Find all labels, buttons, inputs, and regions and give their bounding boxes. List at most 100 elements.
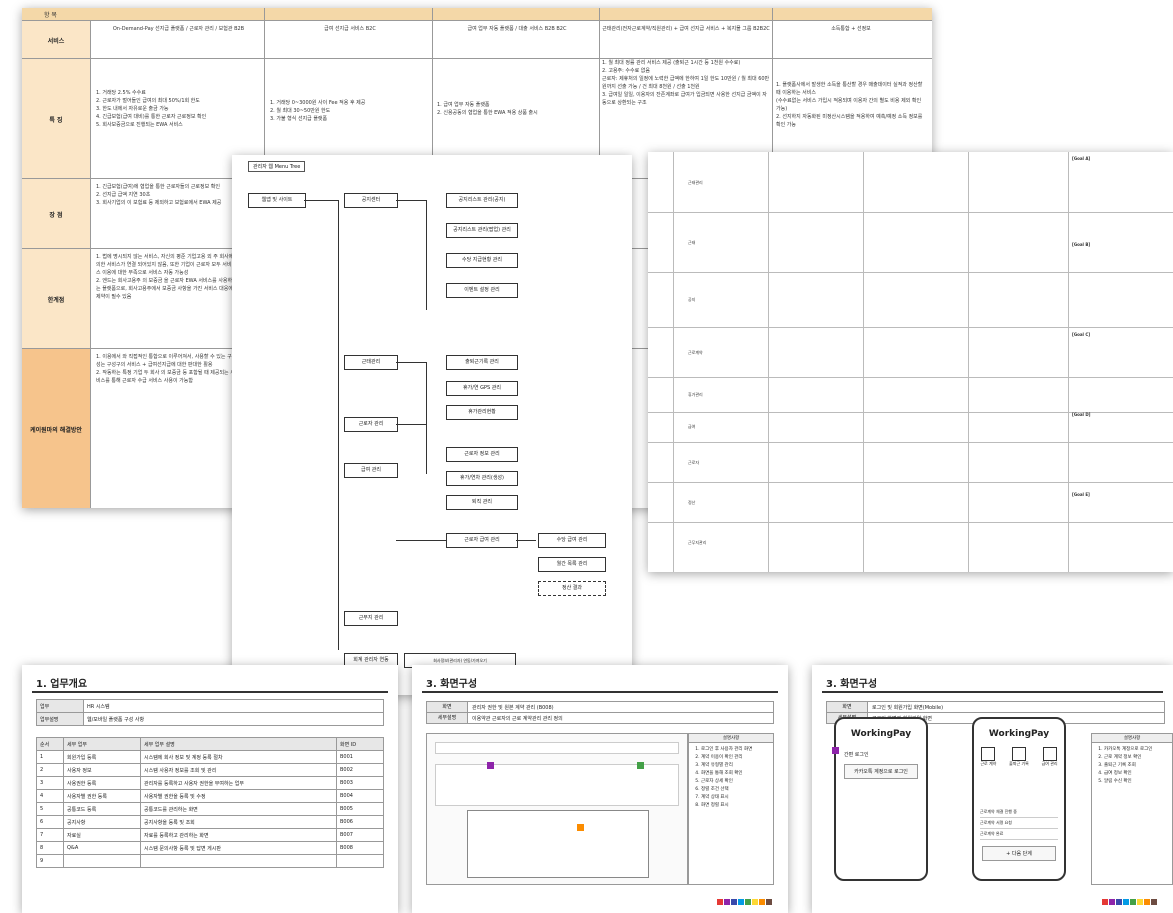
- col-title: 급여 업무 자동 플랫폼 / 대출 서비스 B2B B2C: [467, 26, 567, 32]
- table-header-row: 항 목: [22, 8, 932, 20]
- tree-node-l1: 공지센터: [344, 193, 398, 208]
- next-button[interactable]: + 다음 단계: [982, 846, 1056, 861]
- slide-screen-layout-mobile: 3. 화면구성 화면로그인 및 회원가입 화면(Mobile) 세부설명로그인 …: [812, 665, 1173, 913]
- menu-attendance[interactable]: 출퇴근 기록: [1009, 747, 1029, 767]
- detail-row-label: 근로자: [688, 460, 700, 465]
- column-header: 세부 업무 설명: [140, 737, 337, 751]
- cell: 1. 급여 업무 자동 플랫폼 2. 신용공동의 협업을 통한 EWA 적용 상…: [437, 102, 538, 116]
- table-row: 1 회원가입 등록 시스템에 회사 정보 및 계정 등록 절차 B001: [36, 750, 384, 764]
- table-row: 6 공지사항 공지사항을 등록 및 조회 B006: [36, 815, 384, 829]
- tree-node-l3: 정산 결과: [538, 581, 606, 596]
- tree-node-l1: 근태관리: [344, 355, 398, 370]
- color-legend: [717, 899, 772, 905]
- tree-node-l1: 근무지 관리: [344, 611, 398, 626]
- cell: 1. 긴급보험(급여)에 협업을 통한 근로자들의 근로정보 확인 2. 선지급…: [96, 184, 222, 206]
- info-key: 업무: [36, 699, 84, 713]
- col-title: On-Demand-Pay 선지급 플랫폼 / 근로자 관리 / 보험관 B2B: [112, 26, 245, 32]
- tree-node-l1: 근로자 관리: [344, 417, 398, 432]
- contract-list: 근로계약 체결 진행 중 근로계약 서명 요청 근로계약 완료: [980, 807, 1058, 840]
- description-panel: 설명사항 로그인 후 사용자 관리 화면 계약 이용이 확인 관리 계약 유형별…: [688, 733, 774, 885]
- info-key: 화면: [827, 702, 868, 712]
- cell: 1. 법에 명시되지 않는 서비스, 자신의 평준 기업고용 외 주 회사에 의…: [96, 254, 234, 300]
- info-value: HR 시스템: [83, 699, 384, 713]
- description-item: 근로 계약 정보 확인: [1104, 754, 1172, 762]
- description-item: 계약 상태 표시: [701, 794, 773, 802]
- contract-item[interactable]: 근로계약 체결 진행 중: [980, 807, 1058, 818]
- slide-title: 1. 업무개요: [36, 679, 88, 690]
- info-key: 화면: [427, 702, 468, 712]
- contract-item[interactable]: 근로계약 서명 요청: [980, 818, 1058, 829]
- description-item: 정렬 조건 선택: [701, 786, 773, 794]
- row-label-solution: 케이원마의 해결방안: [22, 349, 91, 508]
- menu-salary[interactable]: 급여 관리: [1042, 747, 1058, 767]
- info-value: 로그인 및 회원가입 화면(Mobile): [872, 704, 944, 711]
- description-item: 화면 정렬 표시: [701, 802, 773, 810]
- tree-node-root: 웹앱 및 사이트: [248, 193, 306, 208]
- header-col-item: 항 목: [44, 12, 57, 19]
- cell: 1. 플랫폼사에서 발생한 소득을 통산할 경우 매출데이터 실적과 정산할 때…: [776, 82, 923, 128]
- info-value: 이용약관 근로자의 근로 계약관리 관리 정의: [472, 715, 563, 722]
- tree-node-l2: 휴가/연차 관리(생성): [446, 471, 518, 486]
- detail-row-label: 공지: [688, 297, 696, 302]
- goal-note: [Goal B]: [1072, 242, 1091, 247]
- row-label-service: 서비스: [22, 21, 91, 59]
- table-row: 8 Q&A 시스템 문의사항 등록 및 답변 게시판 B008: [36, 841, 384, 855]
- color-legend: [1102, 899, 1157, 905]
- kakao-login-button[interactable]: 카카오톡 계정으로 로그인: [844, 764, 918, 779]
- description-title: 설명사항: [1092, 734, 1172, 743]
- column-header: 화면 ID: [336, 737, 384, 751]
- table-row: 9: [36, 854, 384, 868]
- table-row: 5 공통코드 등록 공통코드를 관리하는 화면 B005: [36, 802, 384, 816]
- description-panel: 설명사항 카카오톡 계정으로 로그인 근로 계약 정보 확인 출퇴근 기록 조회…: [1091, 733, 1173, 885]
- table-row: 3 사용권한 등록 관리자를 등록하고 사용자 권한을 부여하는 업무 B003: [36, 776, 384, 790]
- goal-note: [Goal C]: [1072, 332, 1091, 337]
- detail-row-label: 근로계약: [688, 350, 703, 355]
- description-item: 카카오톡 계정으로 로그인: [1104, 746, 1172, 754]
- description-title: 설명사항: [689, 734, 773, 743]
- column-header: 순서: [36, 737, 64, 751]
- contract-item[interactable]: 근로계약 완료: [980, 829, 1058, 840]
- description-item: 급여 정보 확인: [1104, 770, 1172, 778]
- tree-node-l2: 공지리스트 관리(공지): [446, 193, 518, 208]
- info-value: 관리자 권한 및 원본 계약 관리 (B008): [472, 704, 554, 711]
- description-item: 출퇴근 기록 조회: [1104, 762, 1172, 770]
- description-item: 알림 수신 확인: [1104, 778, 1172, 786]
- slide-business-overview: 1. 업무개요 업무 HR 시스템 업무설명 웹/모바일 플랫폼 구성 사항 순서 …: [22, 665, 398, 913]
- slide-screen-layout-contract: 3. 화면구성 화면 관리자 권한 및 원본 계약 관리 (B008) 세부설명 이…: [412, 665, 788, 913]
- tree-node-l3: 월간 목록 관리: [538, 557, 606, 572]
- col-title: 급여 선지급 서비스 B2C: [324, 26, 376, 32]
- detail-row-label: 급여: [688, 424, 696, 429]
- tree-node-l2: 수당 지급현황 관리: [446, 253, 518, 268]
- menu-contract[interactable]: 근로 계약: [980, 747, 996, 767]
- detail-row-label: 근태관리: [688, 180, 703, 185]
- detail-row-label: 휴가관리: [688, 392, 703, 397]
- slide-title: 3. 화면구성: [826, 679, 878, 690]
- column-header: 세부 업무: [63, 737, 141, 751]
- tree-node-l1: 급여 관리: [344, 463, 398, 478]
- description-item: 로그인 후 사용자 관리 화면: [701, 746, 773, 754]
- tree-node-l2: 근로자 정보 관리: [446, 447, 518, 462]
- row-label-features: 특 징: [22, 59, 91, 179]
- goal-note: [Goal D]: [1072, 412, 1091, 417]
- cell: 1. 월 최대 정률 관리 서비스 제공 (출퇴근 1시간 등 1천원 수수료)…: [602, 60, 770, 106]
- menu-tree-document: 관리자 웹 Menu Tree 웹앱 및 사이트 공지센터 근태관리 근로자 관…: [232, 155, 632, 695]
- info-key: 업무설명: [36, 712, 84, 726]
- phone-home-mock: WorkingPay 근로 계약 출퇴근 기록 급여 관리 근로계약 체결 진행…: [972, 717, 1066, 881]
- tree-node-l2: 휴가/연 GPS 관리: [446, 381, 518, 396]
- table-header-row: 순서 세부 업무 세부 업무 설명 화면 ID: [36, 737, 384, 751]
- tree-node-l2: 근로자 급여 관리: [446, 533, 518, 548]
- detail-spec-document: 근태관리 근태 공지 근로계약 휴가관리 급여 근로자 정산 근무지관리 [Go…: [648, 152, 1173, 572]
- table-row: 7 자료실 자료를 등록하고 관리하는 화면 B007: [36, 828, 384, 842]
- description-item: 계약 이용이 확인 관리: [701, 754, 773, 762]
- tree-node-l2: 휴가관리현황: [446, 405, 518, 420]
- goal-note: [Goal E]: [1072, 492, 1090, 497]
- phone-login-mock: WorkingPay 간편 로그인 카카오톡 계정으로 로그인: [832, 717, 928, 881]
- screen-info-table: 화면 관리자 권한 및 원본 계약 관리 (B008) 세부설명 이용약관 근로자의…: [426, 701, 774, 724]
- goal-note: [Goal A]: [1072, 156, 1091, 161]
- cell: 1. 이용에서 와 직접적인 통합으로 이루어져서, 사용할 수 있는 구성는 …: [96, 354, 235, 384]
- detail-row-label: 정산: [688, 500, 696, 505]
- brand-logo: WorkingPay: [850, 729, 912, 739]
- cell: 1. 거래당 2.5% 수수료 2. 근로자가 벌어들인 급여의 최대 50%/…: [96, 90, 207, 128]
- brand-logo: WorkingPay: [988, 729, 1050, 739]
- col-title: 소득통합 + 선정보: [831, 26, 871, 32]
